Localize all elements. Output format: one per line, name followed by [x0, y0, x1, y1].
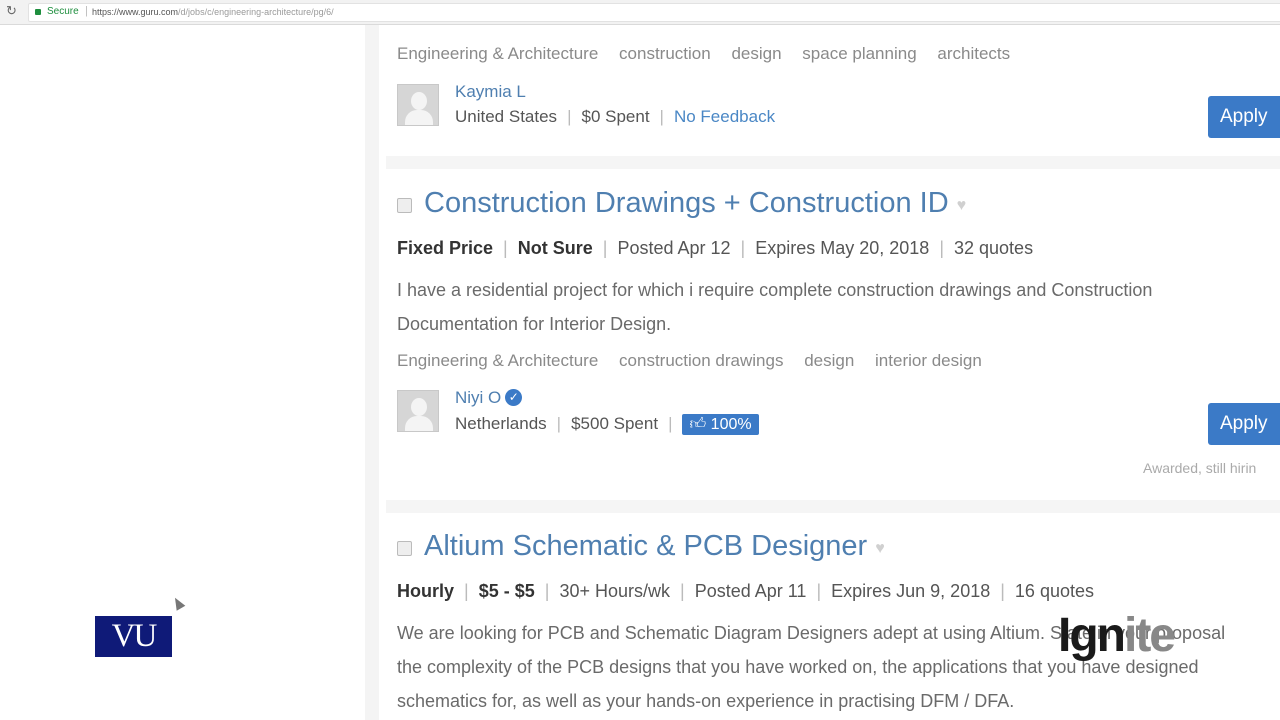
pipe-separator: | [544, 581, 550, 601]
listing-separator [386, 500, 1280, 513]
hours-per-week: 30+ Hours/wk [559, 581, 670, 601]
tag[interactable]: design [804, 351, 854, 370]
pipe-separator: | [602, 238, 608, 258]
posted-date: Posted Apr 11 [694, 581, 807, 601]
client-name[interactable]: Niyi O [455, 388, 501, 407]
avatar-body [405, 110, 433, 125]
client-avatar[interactable] [397, 390, 439, 432]
job-tags: Engineering & Architecture construction … [397, 351, 998, 371]
left-sidebar [0, 25, 365, 720]
job-select-checkbox[interactable] [397, 541, 412, 556]
rating-value: 100% [710, 416, 752, 433]
budget-type: Fixed Price [397, 238, 494, 258]
apply-button[interactable]: Apply [1208, 96, 1280, 138]
job-title[interactable]: Altium Schematic & PCB Designer ♥ [424, 530, 885, 563]
secure-label: Secure [47, 6, 79, 17]
tag[interactable]: architects [937, 44, 1010, 63]
tag[interactable]: interior design [875, 351, 982, 370]
job-meta: Hourly | $5 - $5 | 30+ Hours/wk | Posted Apr 1… [397, 581, 1094, 602]
pipe-separator: | [556, 414, 562, 433]
client-avatar[interactable] [397, 84, 439, 126]
client-feedback-link[interactable]: No Feedback [674, 107, 775, 126]
budget-value: $5 - $5 [478, 581, 535, 601]
job-select-checkbox[interactable] [397, 198, 412, 213]
ignite-logo: Ignite [1058, 608, 1176, 663]
job-status: Awarded, still hirin [1143, 460, 1257, 476]
client-country: Netherlands [455, 414, 547, 433]
thumbs-up-icon: 👍︎ [689, 416, 707, 433]
vu-logo: VU [95, 616, 172, 657]
job-title-text[interactable]: Construction Drawings + Construction ID [424, 187, 949, 219]
client-name[interactable]: Kaymia L [455, 82, 526, 102]
avatar-body [405, 416, 433, 431]
heart-icon[interactable]: ♥ [875, 540, 885, 558]
reload-icon[interactable]: ↻ [6, 3, 17, 19]
pipe-separator: | [503, 238, 508, 258]
client-meta: United States | $0 Spent | No Feedback [455, 107, 775, 127]
expires-date: Expires Jun 9, 2018 [831, 581, 991, 601]
tag[interactable]: construction drawings [619, 351, 783, 370]
posted-date: Posted Apr 12 [617, 238, 731, 258]
url-host: https://www.guru.com [92, 7, 179, 17]
pipe-separator: | [816, 581, 822, 601]
pipe-separator: | [668, 414, 673, 433]
tag[interactable]: Engineering & Architecture [397, 351, 598, 370]
verified-check-icon: ✓ [505, 389, 523, 406]
ignite-logo-part: ite [1123, 609, 1176, 662]
tag[interactable]: design [731, 44, 781, 63]
rating-badge: 👍︎ 100% [682, 414, 759, 435]
tag[interactable]: construction [619, 44, 711, 63]
url-separator: | [85, 5, 88, 17]
pipe-separator: | [567, 107, 572, 126]
quote-count: 32 quotes [954, 238, 1034, 258]
lock-icon [35, 9, 41, 15]
job-tags: Engineering & Architecture construction … [397, 44, 1026, 64]
client-meta: Netherlands | $500 Spent | 👍︎ 100% [455, 414, 759, 435]
pipe-separator: | [464, 581, 469, 601]
column-divider [365, 25, 379, 720]
job-meta: Fixed Price | Not Sure | Posted Apr 12 | Expir… [397, 238, 1033, 259]
job-description: I have a residential project for which i… [397, 280, 1153, 334]
client-name-row: Niyi O ✓ [455, 388, 523, 408]
job-title[interactable]: Construction Drawings + Construction ID ♥ [424, 187, 966, 220]
pipe-separator: | [939, 238, 944, 258]
expires-date: Expires May 20, 2018 [755, 238, 930, 258]
listing-separator [386, 156, 1280, 169]
avatar-head [411, 398, 427, 416]
quote-count: 16 quotes [1014, 581, 1094, 601]
ignite-logo-part: Ign [1058, 609, 1126, 662]
budget-type: Hourly [397, 581, 455, 601]
url-path: /d/jobs/c/engineering-architecture/pg/6/ [178, 7, 334, 17]
pipe-separator: | [740, 238, 746, 258]
tag[interactable]: space planning [802, 44, 916, 63]
browser-address-bar: ↻ Secure | https://www.guru.com/d/jobs/c… [0, 0, 1280, 25]
pipe-separator: | [659, 107, 664, 126]
job-title-text[interactable]: Altium Schematic & PCB Designer [424, 530, 867, 562]
apply-button[interactable]: Apply [1208, 403, 1280, 445]
heart-icon[interactable]: ♥ [957, 197, 967, 215]
url-text: https://www.guru.com/d/jobs/c/engineerin… [92, 7, 334, 17]
client-country: United States [455, 107, 558, 126]
budget-value: Not Sure [517, 238, 593, 258]
tag[interactable]: Engineering & Architecture [397, 44, 598, 63]
avatar-head [411, 92, 427, 110]
client-spent: $0 Spent [581, 107, 650, 126]
client-spent: $500 Spent [571, 414, 659, 433]
pipe-separator: | [1000, 581, 1005, 601]
url-field[interactable]: Secure | https://www.guru.com/d/jobs/c/e… [28, 3, 1280, 22]
pipe-separator: | [680, 581, 685, 601]
